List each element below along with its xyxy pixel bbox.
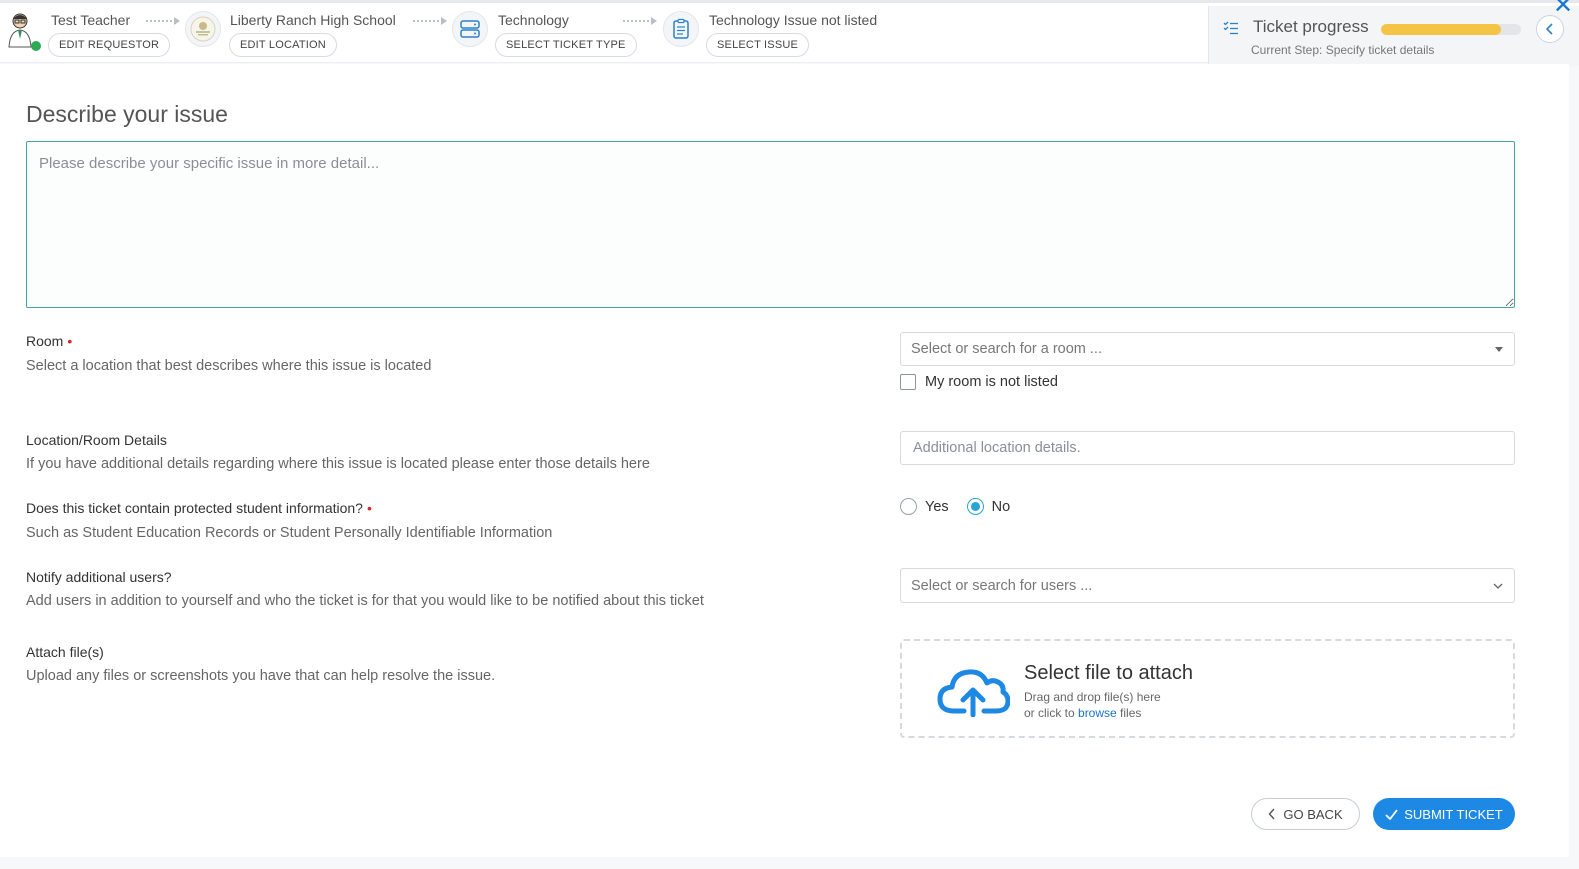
checklist-icon xyxy=(1223,20,1239,41)
progress-bar-fill xyxy=(1381,24,1502,35)
protected-info-label: Does this ticket contain protected stude… xyxy=(26,500,372,516)
school-logo-icon xyxy=(185,11,221,47)
step-location-title: Liberty Ranch High School xyxy=(230,12,396,28)
progress-bar xyxy=(1381,24,1521,35)
ticket-stepper-header: Test Teacher EDIT REQUESTOR Liberty Ranc… xyxy=(0,3,1579,66)
protected-info-no-label: No xyxy=(991,498,1011,515)
server-icon xyxy=(452,11,488,47)
dropzone-browse-suffix: files xyxy=(1116,706,1142,720)
location-details-input[interactable] xyxy=(900,431,1515,465)
dropzone-title: Select file to attach xyxy=(1024,662,1193,684)
notify-users-select[interactable]: Select or search for users ... xyxy=(900,568,1515,603)
dropzone-drag-text: Drag and drop file(s) here xyxy=(1024,690,1161,704)
go-back-button[interactable]: GO BACK xyxy=(1251,798,1360,830)
step-connector xyxy=(623,17,657,25)
issue-description-textarea[interactable] xyxy=(26,141,1515,308)
attach-files-help: Upload any files or screenshots you have… xyxy=(26,668,496,684)
notify-users-help: Add users in addition to yourself and wh… xyxy=(26,593,704,609)
requestor-avatar xyxy=(6,11,42,51)
step-connector xyxy=(146,17,180,25)
room-not-listed-checkbox-row[interactable]: My room is not listed xyxy=(900,374,1058,390)
chevron-left-icon xyxy=(1545,23,1553,35)
check-icon xyxy=(1385,808,1398,820)
caret-down-icon xyxy=(1495,347,1503,352)
protected-info-yes-radio[interactable] xyxy=(900,498,917,515)
select-ticket-type-button[interactable]: SELECT TICKET TYPE xyxy=(495,33,637,57)
browse-files-link[interactable]: browse xyxy=(1078,706,1117,720)
progress-title: Ticket progress xyxy=(1253,17,1369,36)
notify-users-placeholder: Select or search for users ... xyxy=(911,577,1093,594)
required-indicator: • xyxy=(366,500,372,516)
file-dropzone[interactable]: Select file to attach Drag and drop file… xyxy=(900,639,1515,738)
close-icon[interactable]: ✕ xyxy=(1553,0,1573,18)
ticket-progress-panel: Ticket progress Current Step: Specify ti… xyxy=(1208,6,1579,66)
page-title: Describe your issue xyxy=(26,101,228,127)
attach-files-label: Attach file(s) xyxy=(26,644,104,660)
dropzone-browse-prefix: or click to xyxy=(1024,706,1079,720)
room-select[interactable]: Select or search for a room ... xyxy=(900,332,1515,366)
select-issue-button[interactable]: SELECT ISSUE xyxy=(706,33,810,57)
room-not-listed-label: My room is not listed xyxy=(925,374,1058,390)
clipboard-icon xyxy=(663,11,699,47)
notify-users-label: Notify additional users? xyxy=(26,569,172,585)
protected-info-no-radio[interactable] xyxy=(966,498,984,515)
submit-ticket-button[interactable]: SUBMIT TICKET xyxy=(1373,798,1515,830)
protected-info-yes-label: Yes xyxy=(925,498,949,515)
submit-ticket-label: SUBMIT TICKET xyxy=(1404,806,1503,822)
protected-info-help: Such as Student Education Records or Stu… xyxy=(26,525,553,541)
step-issue-title: Technology Issue not listed xyxy=(709,12,878,28)
chevron-left-icon xyxy=(1268,808,1275,820)
step-ticket-type-title: Technology xyxy=(498,12,569,28)
step-connector xyxy=(413,17,447,25)
protected-info-label-text: Does this ticket contain protected stude… xyxy=(26,500,363,516)
room-not-listed-checkbox[interactable] xyxy=(900,374,916,390)
room-select-placeholder: Select or search for a room ... xyxy=(911,341,1102,357)
room-help: Select a location that best describes wh… xyxy=(26,358,432,374)
protected-info-radio-group: Yes No xyxy=(900,498,1028,515)
room-label-text: Room xyxy=(26,333,64,349)
location-details-help: If you have additional details regarding… xyxy=(26,456,650,472)
step-requestor-title: Test Teacher xyxy=(51,12,131,28)
cloud-upload-icon xyxy=(936,665,1011,722)
room-label: Room • xyxy=(26,333,72,349)
progress-current-step: Current Step: Specify ticket details xyxy=(1251,43,1435,57)
required-indicator: • xyxy=(67,333,73,349)
edit-location-button[interactable]: EDIT LOCATION xyxy=(229,33,337,57)
ticket-form: Describe your issue Room• Select a locat… xyxy=(0,64,1569,857)
dropzone-browse-text: or click to browse files xyxy=(1024,706,1141,720)
go-back-label: GO BACK xyxy=(1283,806,1343,822)
collapse-panel-button[interactable] xyxy=(1536,15,1564,43)
edit-requestor-button[interactable]: EDIT REQUESTOR xyxy=(48,33,171,57)
location-details-label: Location/Room Details xyxy=(26,432,167,448)
chevron-down-icon xyxy=(1493,583,1503,589)
